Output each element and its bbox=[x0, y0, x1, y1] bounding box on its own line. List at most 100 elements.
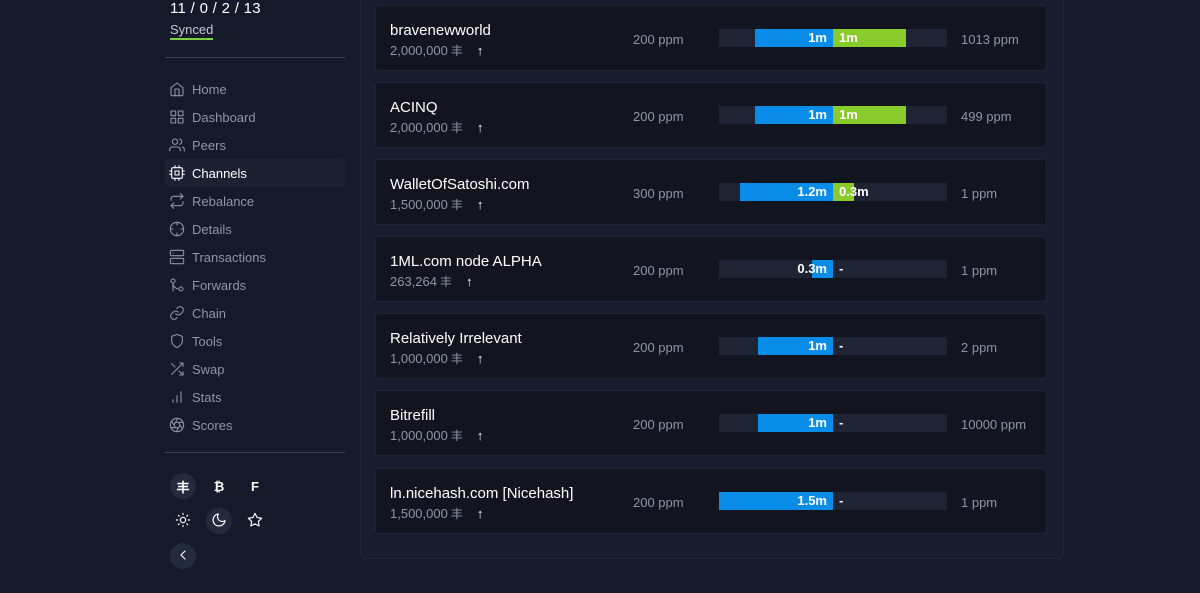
currency-sats-label: 丰 bbox=[176, 479, 190, 495]
remote-fee: 2 ppm bbox=[961, 340, 998, 355]
sats-symbol: 丰 bbox=[450, 429, 463, 443]
sidebar-item-label: Channels bbox=[192, 165, 247, 181]
balance-bar: 1m - bbox=[719, 414, 947, 432]
cpu-icon bbox=[169, 165, 185, 181]
arrow-up-icon: ↑ bbox=[476, 506, 484, 521]
channel-capacity: 1,000,000 丰 ↑ bbox=[390, 427, 483, 444]
channel-row[interactable]: Bitrefill 1,000,000 丰 ↑ 200 ppm 1m - 10000 ppm bbox=[375, 390, 1047, 456]
sats-symbol: 丰 bbox=[450, 198, 463, 212]
remote-balance-label: - bbox=[839, 261, 844, 276]
local-balance-label: 1.2m bbox=[797, 184, 827, 199]
channel-row[interactable]: WalletOfSatoshi.com 1,500,000 丰 ↑ 300 ppm 1.2… bbox=[375, 159, 1047, 225]
capacity-value: 1,000,000 bbox=[390, 428, 448, 443]
sidebar-item-scores[interactable]: Scores bbox=[165, 411, 345, 439]
capacity-value: 2,000,000 bbox=[390, 43, 448, 58]
channel-row[interactable]: 1ML.com node ALPHA 263,264 丰 ↑ 200 ppm 0.3m - 1… bbox=[375, 236, 1047, 302]
channel-capacity: 2,000,000 丰 ↑ bbox=[390, 119, 483, 136]
balance-bar: 1.2m 0.3m bbox=[719, 183, 947, 201]
arrow-up-icon: ↑ bbox=[476, 197, 484, 212]
channel-name: Relatively Irrelevant bbox=[390, 330, 522, 347]
local-fee: 200 ppm bbox=[633, 495, 684, 510]
local-fee: 200 ppm bbox=[633, 263, 684, 278]
local-balance-label: 1m bbox=[808, 415, 827, 430]
channel-capacity: 1,500,000 丰 ↑ bbox=[390, 196, 483, 213]
sats-symbol: 丰 bbox=[450, 121, 463, 135]
arrow-up-icon: ↑ bbox=[476, 43, 484, 58]
sidebar-item-channels[interactable]: Channels bbox=[165, 159, 345, 187]
sidebar: 11 / 0 / 2 / 13 Synced Home Dashboard Peer… bbox=[165, 0, 345, 593]
remote-balance-label: - bbox=[839, 338, 844, 353]
sidebar-item-label: Chain bbox=[192, 305, 226, 321]
channel-capacity: 1,500,000 丰 ↑ bbox=[390, 505, 483, 522]
local-fee: 300 ppm bbox=[633, 186, 684, 201]
remote-fee: 1013 ppm bbox=[961, 32, 1019, 47]
sidebar-item-stats[interactable]: Stats bbox=[165, 383, 345, 411]
channel-capacity: 2,000,000 丰 ↑ bbox=[390, 42, 483, 59]
local-balance-label: 1.5m bbox=[797, 493, 827, 508]
local-balance-label: 1m bbox=[808, 30, 827, 45]
bar-chart-icon bbox=[169, 389, 185, 405]
sidebar-item-label: Peers bbox=[192, 137, 226, 153]
sidebar-item-transactions[interactable]: Transactions bbox=[165, 243, 345, 271]
channel-row[interactable]: Relatively Irrelevant 1,000,000 丰 ↑ 200 ppm 1… bbox=[375, 313, 1047, 379]
currency-fiat-label: F bbox=[251, 478, 259, 494]
sun-icon bbox=[175, 512, 191, 531]
sidebar-item-label: Dashboard bbox=[192, 109, 256, 125]
divider bbox=[165, 57, 345, 58]
sidebar-item-label: Transactions bbox=[192, 249, 266, 265]
sats-symbol: 丰 bbox=[450, 507, 463, 521]
local-fee: 200 ppm bbox=[633, 340, 684, 355]
balance-bar: 1m 1m bbox=[719, 106, 947, 124]
shield-icon bbox=[169, 333, 185, 349]
remote-balance-label: - bbox=[839, 415, 844, 430]
channel-capacity: 263,264 丰 ↑ bbox=[390, 273, 473, 290]
local-balance-label: 1m bbox=[808, 338, 827, 353]
sidebar-item-peers[interactable]: Peers bbox=[165, 131, 345, 159]
remote-fee: 1 ppm bbox=[961, 263, 998, 278]
main-nav: Home Dashboard Peers Channels Rebalance Detai… bbox=[165, 75, 345, 439]
fancy-theme-button[interactable] bbox=[242, 508, 268, 534]
link-icon bbox=[169, 305, 185, 321]
light-theme-button[interactable] bbox=[170, 508, 196, 534]
moon-icon bbox=[211, 512, 227, 531]
balance-bar: 0.3m - bbox=[719, 260, 947, 278]
channel-row[interactable]: ln.nicehash.com [Nicehash] 1,500,000 丰 ↑ 200… bbox=[375, 468, 1047, 534]
sidebar-item-chain[interactable]: Chain bbox=[165, 299, 345, 327]
sidebar-item-forwards[interactable]: Forwards bbox=[165, 271, 345, 299]
capacity-value: 1,500,000 bbox=[390, 197, 448, 212]
arrow-up-icon: ↑ bbox=[476, 351, 484, 366]
users-icon bbox=[169, 137, 185, 153]
sidebar-item-tools[interactable]: Tools bbox=[165, 327, 345, 355]
arrow-up-icon: ↑ bbox=[466, 274, 473, 289]
remote-fee: 499 ppm bbox=[961, 109, 1012, 124]
sidebar-item-rebalance[interactable]: Rebalance bbox=[165, 187, 345, 215]
git-merge-icon bbox=[169, 277, 185, 293]
balance-bar: 1m 1m bbox=[719, 29, 947, 47]
channel-name: WalletOfSatoshi.com bbox=[390, 176, 530, 193]
currency-fiat-button[interactable]: F bbox=[242, 473, 268, 499]
sats-symbol: 丰 bbox=[450, 44, 463, 58]
collapse-sidebar-button[interactable] bbox=[170, 543, 196, 569]
channel-name: ln.nicehash.com [Nicehash] bbox=[390, 485, 574, 502]
sidebar-item-dashboard[interactable]: Dashboard bbox=[165, 103, 345, 131]
sidebar-item-swap[interactable]: Swap bbox=[165, 355, 345, 383]
sidebar-item-home[interactable]: Home bbox=[165, 75, 345, 103]
crosshair-icon bbox=[169, 221, 185, 237]
channel-capacity: 1,000,000 丰 ↑ bbox=[390, 350, 483, 367]
currency-sats-button[interactable]: 丰 bbox=[170, 473, 196, 499]
arrow-up-icon: ↑ bbox=[476, 120, 484, 135]
server-icon bbox=[169, 249, 185, 265]
currency-btc-button[interactable]: ₿ bbox=[206, 473, 232, 499]
sidebar-item-details[interactable]: Details bbox=[165, 215, 345, 243]
local-fee: 200 ppm bbox=[633, 32, 684, 47]
node-stats: 11 / 0 / 2 / 13 bbox=[170, 0, 261, 17]
dark-theme-button[interactable] bbox=[206, 508, 232, 534]
sidebar-item-label: Home bbox=[192, 81, 227, 97]
channel-row[interactable]: ACINQ 2,000,000 丰 ↑ 200 ppm 1m 1m 499 ppm bbox=[375, 82, 1047, 148]
home-icon bbox=[169, 81, 185, 97]
remote-balance-label: 1m bbox=[839, 107, 858, 122]
sidebar-item-label: Swap bbox=[192, 361, 225, 377]
channel-row[interactable]: bravenewworld 2,000,000 丰 ↑ 200 ppm 1m 1m 1013 … bbox=[375, 5, 1047, 71]
balance-bar: 1.5m - bbox=[719, 492, 947, 510]
repeat-icon bbox=[169, 193, 185, 209]
